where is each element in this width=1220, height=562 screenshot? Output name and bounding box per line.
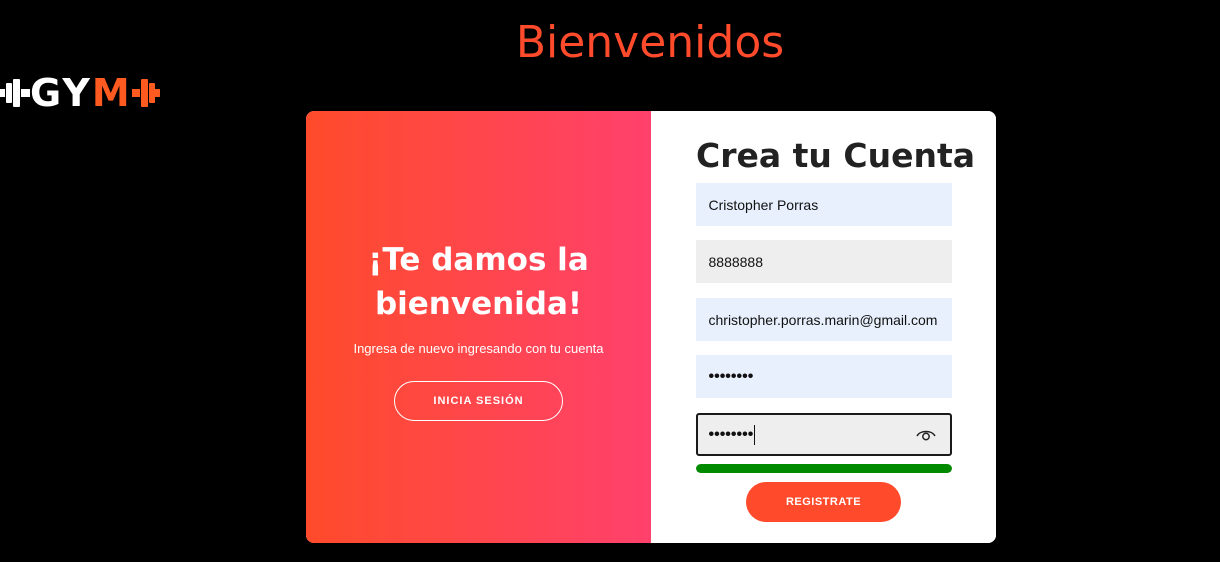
logo-text-m: M — [91, 71, 132, 115]
welcome-title: ¡Te damos la bienvenida! — [368, 242, 589, 322]
gym-logo: GY M — [0, 74, 160, 112]
name-field[interactable]: Cristopher Porras — [695, 183, 952, 226]
signup-title: Crea tu Cuenta — [695, 136, 976, 175]
phone-field[interactable]: 8888888 — [695, 240, 952, 283]
text-caret — [754, 424, 756, 445]
welcome-subtitle: Ingresa de nuevo ingresando con tu cuent… — [353, 341, 604, 356]
page: GY M Bienvenidos ¡Te damos la bienvenida… — [0, 0, 1220, 562]
password-strength-bar — [695, 464, 952, 473]
page-title: Bienvenidos — [515, 17, 785, 68]
signup-form: Crea tu Cuenta Cristopher Porras 8888888… — [651, 111, 996, 543]
confirm-password-field[interactable]: •••••••• — [695, 413, 952, 456]
auth-card: ¡Te damos la bienvenida! Ingresa de nuev… — [306, 111, 996, 543]
password-field[interactable]: •••••••• — [695, 355, 952, 398]
sign-in-button[interactable]: INICIA SESIÓN — [394, 381, 563, 421]
dumbbell-icon — [0, 79, 30, 107]
password-field-value: •••••••• — [708, 367, 754, 385]
email-field-value: christopher.porras.marin@gmail.com — [708, 311, 938, 328]
email-field[interactable]: christopher.porras.marin@gmail.com — [695, 298, 952, 341]
welcome-panel: ¡Te damos la bienvenida! Ingresa de nuev… — [306, 111, 651, 543]
logo-text-gy: GY — [30, 71, 92, 115]
register-button[interactable]: REGISTRATE — [746, 482, 901, 522]
eye-icon[interactable] — [915, 428, 936, 442]
phone-field-value: 8888888 — [708, 253, 764, 270]
password-strength-fill — [695, 464, 952, 473]
dumbbell-icon-orange — [131, 79, 160, 107]
name-field-value: Cristopher Porras — [708, 196, 819, 213]
confirm-password-field-value: •••••••• — [708, 425, 754, 443]
